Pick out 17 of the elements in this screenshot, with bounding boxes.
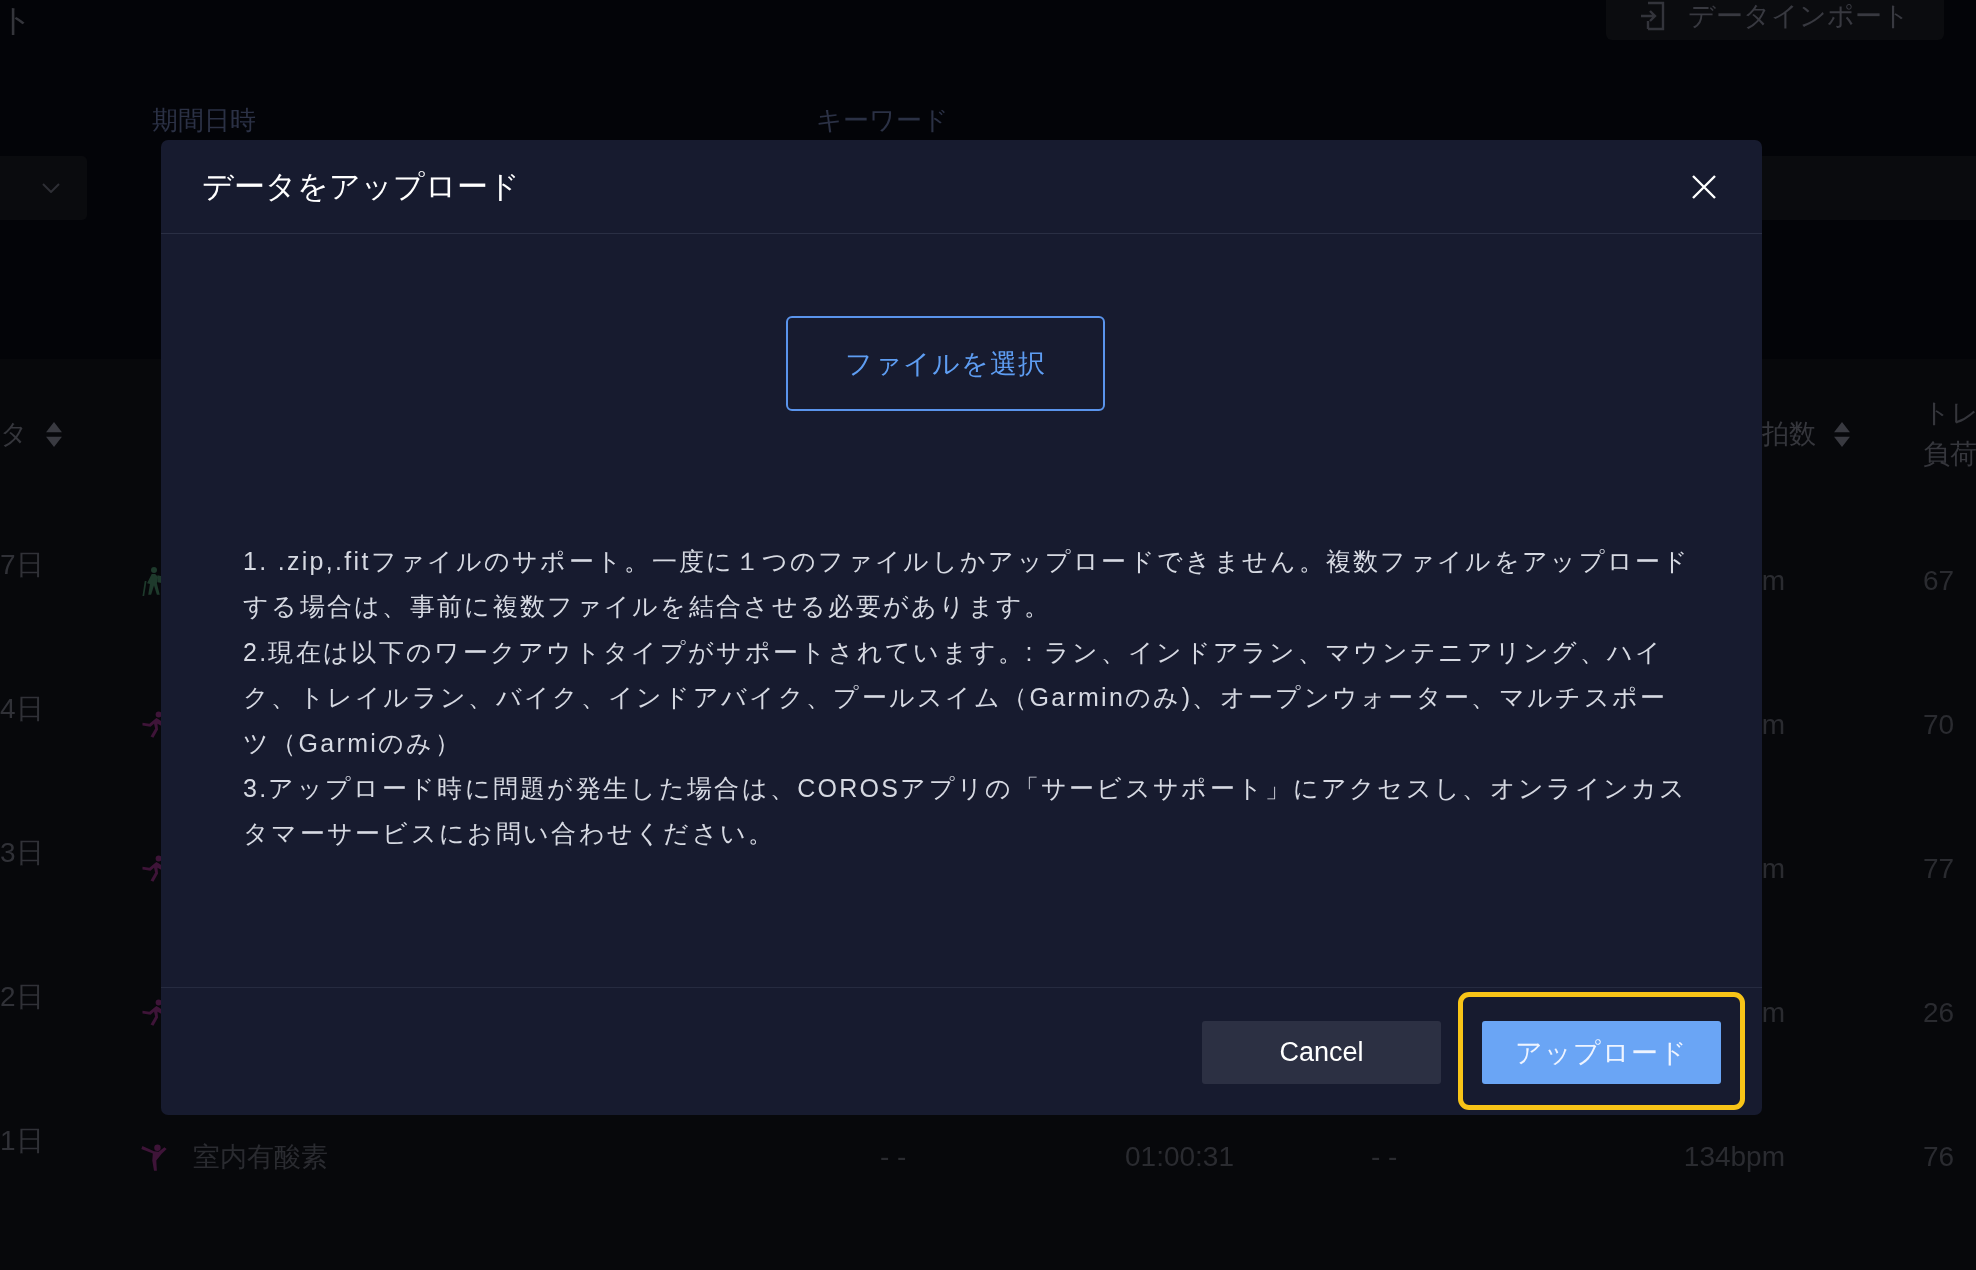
dropdown-field[interactable] [0, 156, 87, 220]
cancel-button[interactable]: Cancel [1202, 1021, 1441, 1084]
instruction-text: 1. .zip,.fitファイルのサポート。一度に１つのファイルしかアップロードできません。複数ファイルをアップロードする場合は、事前に複数ファイルを結合させる必要があります。 [243, 546, 1691, 623]
instruction-text: 3.アップロード時に問題が発生した場合は、COROSアプリの「サービスサポート」にアクセスし、オンラインカスタマーサービスにお問い合わせください。 [243, 773, 1689, 850]
dialog-title: データをアップロード [202, 167, 520, 206]
select-file-button[interactable]: ファイルを選択 [786, 316, 1105, 411]
close-icon[interactable] [1692, 174, 1716, 199]
table-cell: - - [880, 1141, 907, 1173]
filter-label: 期間日時 [152, 104, 256, 137]
filter-label: キーワード [816, 104, 949, 137]
table-cell: - - [1371, 1141, 1398, 1173]
import-icon [1640, 1, 1666, 31]
input-field[interactable] [1762, 156, 1976, 220]
instruction-text: 2.現在は以下のワークアウトタイプがサポートされています。: ラン、インドアラン、マウンテニアリング、ハイク、トレイルラン、バイク、インドアバイク、プールスイム（Garminのみ)、オープンウォーター、マルチスポーツ（Garmiのみ） [243, 636, 1669, 759]
sort-icon[interactable] [1834, 421, 1850, 447]
chevron-down-icon [42, 183, 60, 193]
sort-icon[interactable] [46, 421, 62, 447]
